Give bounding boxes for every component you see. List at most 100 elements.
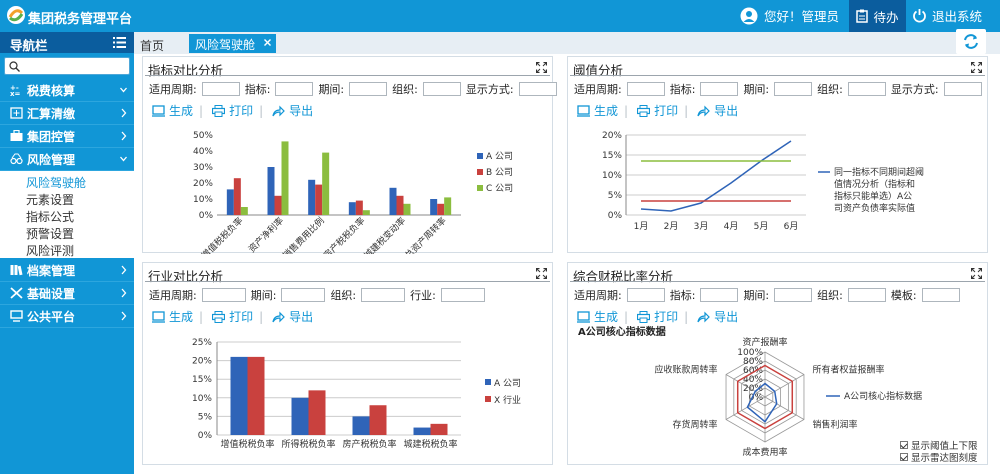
generate-button[interactable]: 生成	[169, 102, 193, 119]
term-input[interactable]	[774, 288, 813, 302]
bar	[308, 390, 326, 435]
print-button[interactable]: 打印	[229, 308, 253, 325]
x-tick-label: 房产税税负率	[321, 215, 368, 254]
filter-label: 指标:	[669, 289, 696, 302]
sidebar: 导航栏 +- x= 税费核算 汇算清缴 集团控管 风险管理 风险驾驶舱 元素设置…	[0, 32, 134, 474]
submenu-item-indicator-formula[interactable]: 指标公式	[26, 208, 74, 225]
org-input[interactable]	[847, 82, 886, 96]
y-tick-label: 15%	[192, 375, 212, 385]
logout-button[interactable]: 退出系统	[912, 6, 982, 25]
submenu-item-element-settings[interactable]: 元素设置	[26, 191, 74, 208]
sidebar-item-settlement[interactable]: 汇算清缴	[0, 102, 134, 125]
bar	[274, 195, 282, 215]
sidebar-item-group-control[interactable]: 集团控管	[0, 125, 134, 148]
print-button[interactable]: 打印	[229, 102, 253, 119]
radar-spoke	[764, 374, 805, 398]
x-tick-label: 增值税税负率	[220, 438, 274, 450]
tab-risk-cockpit[interactable]: 风险驾驶舱	[189, 34, 276, 53]
radar-tick-label: 20%	[743, 384, 763, 394]
show-radar-scale-checkbox[interactable]: 显示雷达图刻度	[900, 450, 978, 464]
generate-button[interactable]: 生成	[594, 308, 618, 325]
y-tick-label: 10%	[192, 394, 212, 404]
period-input[interactable]	[626, 288, 665, 302]
search-icon	[9, 61, 20, 72]
sidebar-item-label: 档案管理	[27, 263, 76, 278]
greeting-text: 您好！管理员	[764, 9, 840, 24]
chart-title: A公司核心指标数据	[578, 325, 666, 338]
submenu-item-risk-cockpit[interactable]: 风险驾驶舱	[26, 174, 86, 191]
export-button[interactable]: 导出	[714, 308, 738, 325]
generate-icon	[152, 104, 165, 117]
submenu-item-risk-assessment[interactable]: 风险评测	[26, 242, 74, 259]
export-button[interactable]: 导出	[289, 308, 313, 325]
expand-icon[interactable]	[971, 62, 982, 73]
print-button[interactable]: 打印	[654, 308, 678, 325]
export-button[interactable]: 导出	[289, 102, 313, 119]
search-input[interactable]	[4, 57, 130, 75]
bar	[403, 203, 411, 215]
period-input[interactable]	[201, 288, 246, 302]
legend-label: 值情况分析（指标和	[834, 178, 915, 190]
industry-bar-chart: 0% 5% 10% 15% 20% 25% 增值税税负率 所得税税负率 房产税税负率 城建税税负率…	[192, 338, 521, 450]
y-tick-label: 20%	[602, 131, 622, 141]
print-button[interactable]: 打印	[654, 102, 678, 119]
radar-axis-label: 存货周转率	[672, 418, 717, 430]
indicator-input[interactable]	[700, 82, 739, 96]
org-input[interactable]	[422, 82, 461, 96]
generate-icon	[577, 310, 590, 323]
period-input[interactable]	[201, 82, 240, 96]
export-button[interactable]: 导出	[714, 102, 738, 119]
filter-label: 显示方式:	[465, 83, 514, 96]
x-tick-label: 6月	[784, 221, 799, 232]
chevron-down-icon	[120, 87, 127, 93]
sidebar-item-risk-management[interactable]: 风险管理	[0, 148, 134, 171]
sidebar-item-tax-calc[interactable]: +- x= 税费核算	[0, 79, 134, 102]
refresh-button[interactable]	[956, 29, 986, 54]
close-icon[interactable]	[264, 39, 271, 46]
term-input[interactable]	[281, 288, 326, 302]
print-icon	[212, 104, 226, 117]
submenu-item-alert-settings[interactable]: 预警设置	[26, 225, 74, 242]
sidebar-item-basic-settings[interactable]: 基础设置	[0, 282, 134, 305]
settlement-icon	[10, 107, 23, 119]
display-mode-input[interactable]	[518, 82, 557, 96]
indicator-input[interactable]	[275, 82, 314, 96]
tab-home[interactable]: 首页	[140, 37, 164, 54]
org-input[interactable]	[847, 288, 886, 302]
generate-button[interactable]: 生成	[594, 102, 618, 119]
indicator-input[interactable]	[700, 288, 739, 302]
display-mode-input[interactable]	[943, 82, 982, 96]
bar	[352, 416, 370, 435]
x-tick-label: 4月	[724, 221, 739, 232]
x-tick-label: 5月	[754, 221, 769, 232]
y-tick-label: 0%	[199, 211, 214, 221]
x-tick-label: 城建税税负率	[403, 438, 457, 450]
bar	[396, 195, 404, 215]
filter-label: 适用周期:	[149, 289, 197, 302]
generate-button[interactable]: 生成	[169, 308, 193, 325]
legend-swatch	[477, 169, 483, 175]
expand-icon[interactable]	[971, 268, 982, 279]
sidebar-item-public-platform[interactable]: 公共平台	[0, 305, 134, 328]
sidebar-item-archive[interactable]: 档案管理	[0, 259, 134, 282]
period-input[interactable]	[626, 82, 665, 96]
term-input[interactable]	[349, 82, 388, 96]
expand-icon[interactable]	[536, 268, 547, 279]
org-input[interactable]	[361, 288, 406, 302]
y-tick-label: 5%	[198, 412, 213, 422]
template-input[interactable]	[921, 288, 960, 302]
menu-toggle-icon[interactable]	[113, 37, 126, 48]
chevron-right-icon	[121, 311, 127, 321]
panel-title: 综合财税比率分析	[573, 269, 674, 284]
user-greeting[interactable]: 您好！管理员	[740, 6, 839, 25]
filter-label: 组织:	[817, 83, 843, 96]
y-tick-label: 50%	[193, 131, 213, 141]
y-tick-label: 5%	[608, 191, 623, 201]
term-input[interactable]	[774, 82, 813, 96]
industry-input[interactable]	[440, 288, 485, 302]
legend-swatch	[477, 153, 483, 159]
todo-button[interactable]: 待办	[849, 0, 906, 32]
expand-icon[interactable]	[536, 62, 547, 73]
app-title: 集团税务管理平台	[28, 12, 133, 27]
x-tick-label: 房产税税负率	[342, 438, 396, 450]
